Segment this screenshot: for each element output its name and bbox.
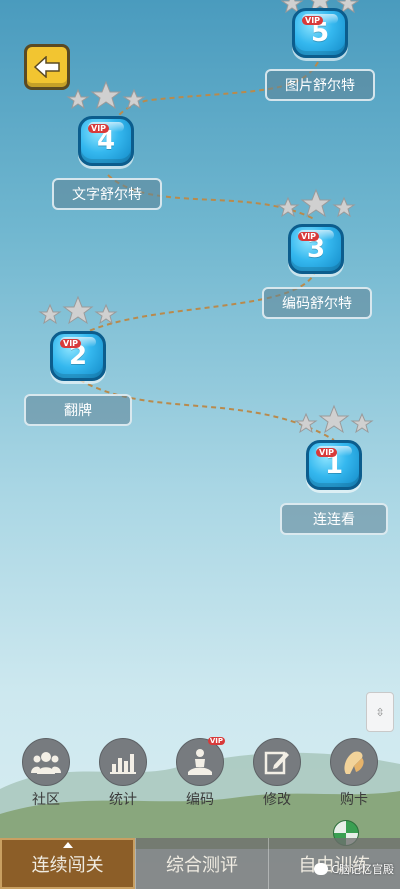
vip-badge: VIP <box>316 448 338 457</box>
watermark: C脑记忆官殿 <box>314 861 394 877</box>
tab-level-challenge[interactable]: 连续闯关 <box>0 838 136 889</box>
vip-badge: VIP <box>298 232 320 241</box>
bottom-toolbar: 社区 统计 VIP 编码 修改 购卡 <box>0 737 400 814</box>
level-1-label[interactable]: 连连看 <box>280 503 388 535</box>
arrow-left-icon <box>34 56 60 78</box>
tab-assessment[interactable]: 综合测评 <box>135 838 268 889</box>
tool-label: 购卡 <box>340 792 368 808</box>
stars-icon <box>38 295 118 325</box>
drag-handle-icon: ⇳ <box>375 705 385 719</box>
level-5-button[interactable]: VIP 5 <box>292 8 348 58</box>
tab-label: 连续闯关 <box>31 854 104 876</box>
tool-community[interactable]: 社区 <box>16 738 76 809</box>
vip-badge: VIP <box>60 339 82 348</box>
vip-badge: VIP <box>207 737 225 745</box>
tool-label: 统计 <box>109 792 137 808</box>
stats-icon <box>99 738 147 786</box>
level-4-button[interactable]: VIP 4 <box>78 116 134 166</box>
vip-badge: VIP <box>302 16 324 25</box>
scroll-handle[interactable]: ⇳ <box>366 692 394 732</box>
tool-label: 社区 <box>32 792 60 808</box>
tool-edit[interactable]: 修改 <box>247 738 307 809</box>
stars-icon <box>66 80 146 110</box>
stars-icon <box>276 188 356 218</box>
level-4-label[interactable]: 文字舒尔特 <box>52 178 162 210</box>
wechat-icon <box>314 863 329 875</box>
tool-stats[interactable]: 统计 <box>93 738 153 809</box>
tool-buy-card[interactable]: 购卡 <box>324 738 384 809</box>
tab-label: 综合测评 <box>165 854 238 876</box>
watermark-text: C脑记忆官殿 <box>331 863 394 876</box>
card-icon <box>330 738 378 786</box>
caret-up-icon <box>62 842 73 848</box>
level-2-button[interactable]: VIP 2 <box>50 331 106 381</box>
game-scene: VIP 5 图片舒尔特 VIP 4 文字舒尔特 VIP 3 编码舒尔特 VIP … <box>0 0 400 889</box>
level-2-label[interactable]: 翻牌 <box>24 394 132 426</box>
community-icon <box>22 738 70 786</box>
level-1-button[interactable]: VIP 1 <box>306 440 362 490</box>
back-button[interactable] <box>24 44 70 90</box>
stars-icon <box>294 404 374 434</box>
vip-badge: VIP <box>88 124 110 133</box>
level-5-label[interactable]: 图片舒尔特 <box>265 69 375 101</box>
level-3-button[interactable]: VIP 3 <box>288 224 344 274</box>
tool-label: 修改 <box>263 792 291 808</box>
tool-label: 编码 <box>186 792 214 808</box>
level-3-label[interactable]: 编码舒尔特 <box>262 287 372 319</box>
tool-encode[interactable]: VIP 编码 <box>170 737 230 809</box>
edit-icon <box>253 738 301 786</box>
meditation-icon: VIP <box>176 737 225 786</box>
